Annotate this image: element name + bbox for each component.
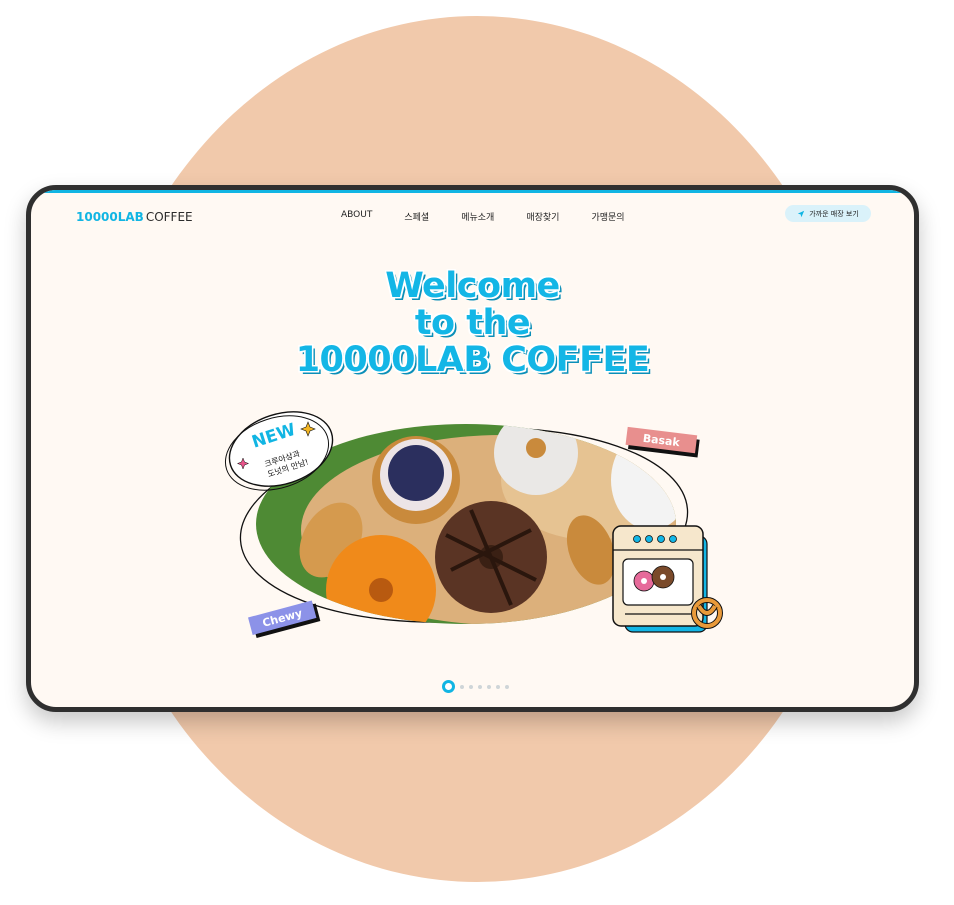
carousel-dot-4[interactable] bbox=[478, 684, 482, 689]
device-frame: 10000LAB COFFEE ABOUT 스페셜 메뉴소개 매장찾기 가맹문의 … bbox=[26, 185, 919, 712]
carousel-dot-5[interactable] bbox=[487, 684, 491, 689]
carousel-dot-6[interactable] bbox=[496, 684, 500, 689]
oven-icon bbox=[612, 525, 723, 633]
tag-basak: Basak bbox=[625, 426, 700, 458]
carousel-dots bbox=[442, 680, 514, 693]
carousel-dot-7[interactable] bbox=[505, 684, 509, 689]
tag-chewy: Chewy bbox=[248, 600, 321, 639]
carousel-dot-1[interactable] bbox=[442, 680, 455, 693]
carousel-dot-2[interactable] bbox=[460, 684, 464, 689]
carousel-dot-3[interactable] bbox=[469, 684, 473, 689]
hero-illustration: NEW 크루아상과 도넛의 만남! Basak Chewy bbox=[224, 411, 723, 639]
